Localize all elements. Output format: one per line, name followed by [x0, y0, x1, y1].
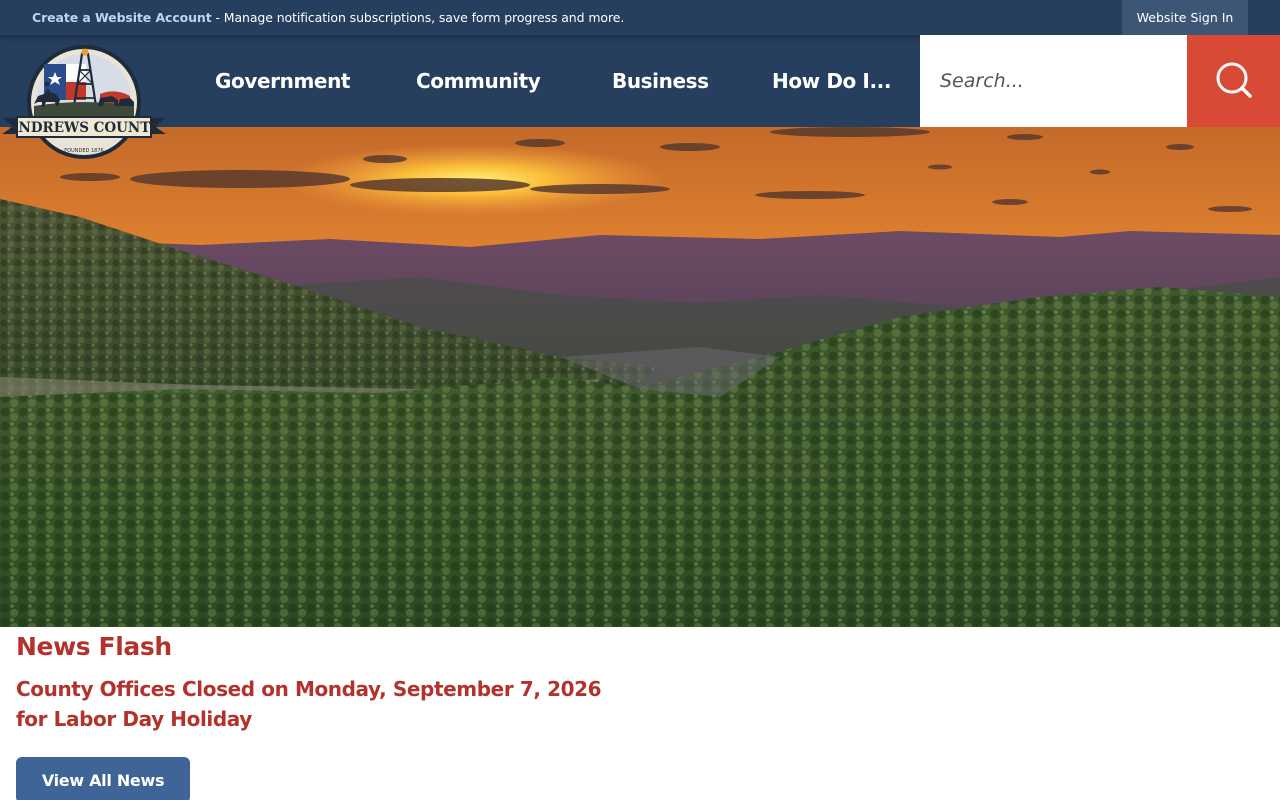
search-button[interactable] [1187, 35, 1280, 127]
nav-government[interactable]: Government [215, 35, 350, 127]
view-all-news-button[interactable]: View All News [16, 757, 190, 800]
search-input[interactable] [920, 35, 1187, 127]
news-flash-title: News Flash [16, 632, 172, 661]
logo-text: ANDREWS COUNTY [7, 120, 160, 136]
account-promo: Create a Website Account - Manage notifi… [32, 10, 624, 25]
nav-business[interactable]: Business [612, 35, 709, 127]
search-icon [1216, 62, 1252, 98]
website-sign-in-button[interactable]: Website Sign In [1122, 0, 1248, 35]
create-account-link[interactable]: Create a Website Account [32, 10, 212, 25]
news-headline-link[interactable]: County Offices Closed on Monday, Septemb… [16, 674, 636, 734]
hero-landscape-image [0, 127, 1280, 627]
hero-banner [0, 127, 1280, 627]
andrews-county-logo[interactable]: ANDREWS COUNTY FOUNDED 1876 [0, 44, 168, 166]
account-description: - Manage notification subscriptions, sav… [211, 10, 625, 25]
nav-how-do-i[interactable]: How Do I... [772, 35, 891, 127]
nav-community[interactable]: Community [416, 35, 541, 127]
utility-bar: Create a Website Account - Manage notifi… [0, 0, 1280, 35]
logo-founded: FOUNDED 1876 [64, 148, 103, 154]
